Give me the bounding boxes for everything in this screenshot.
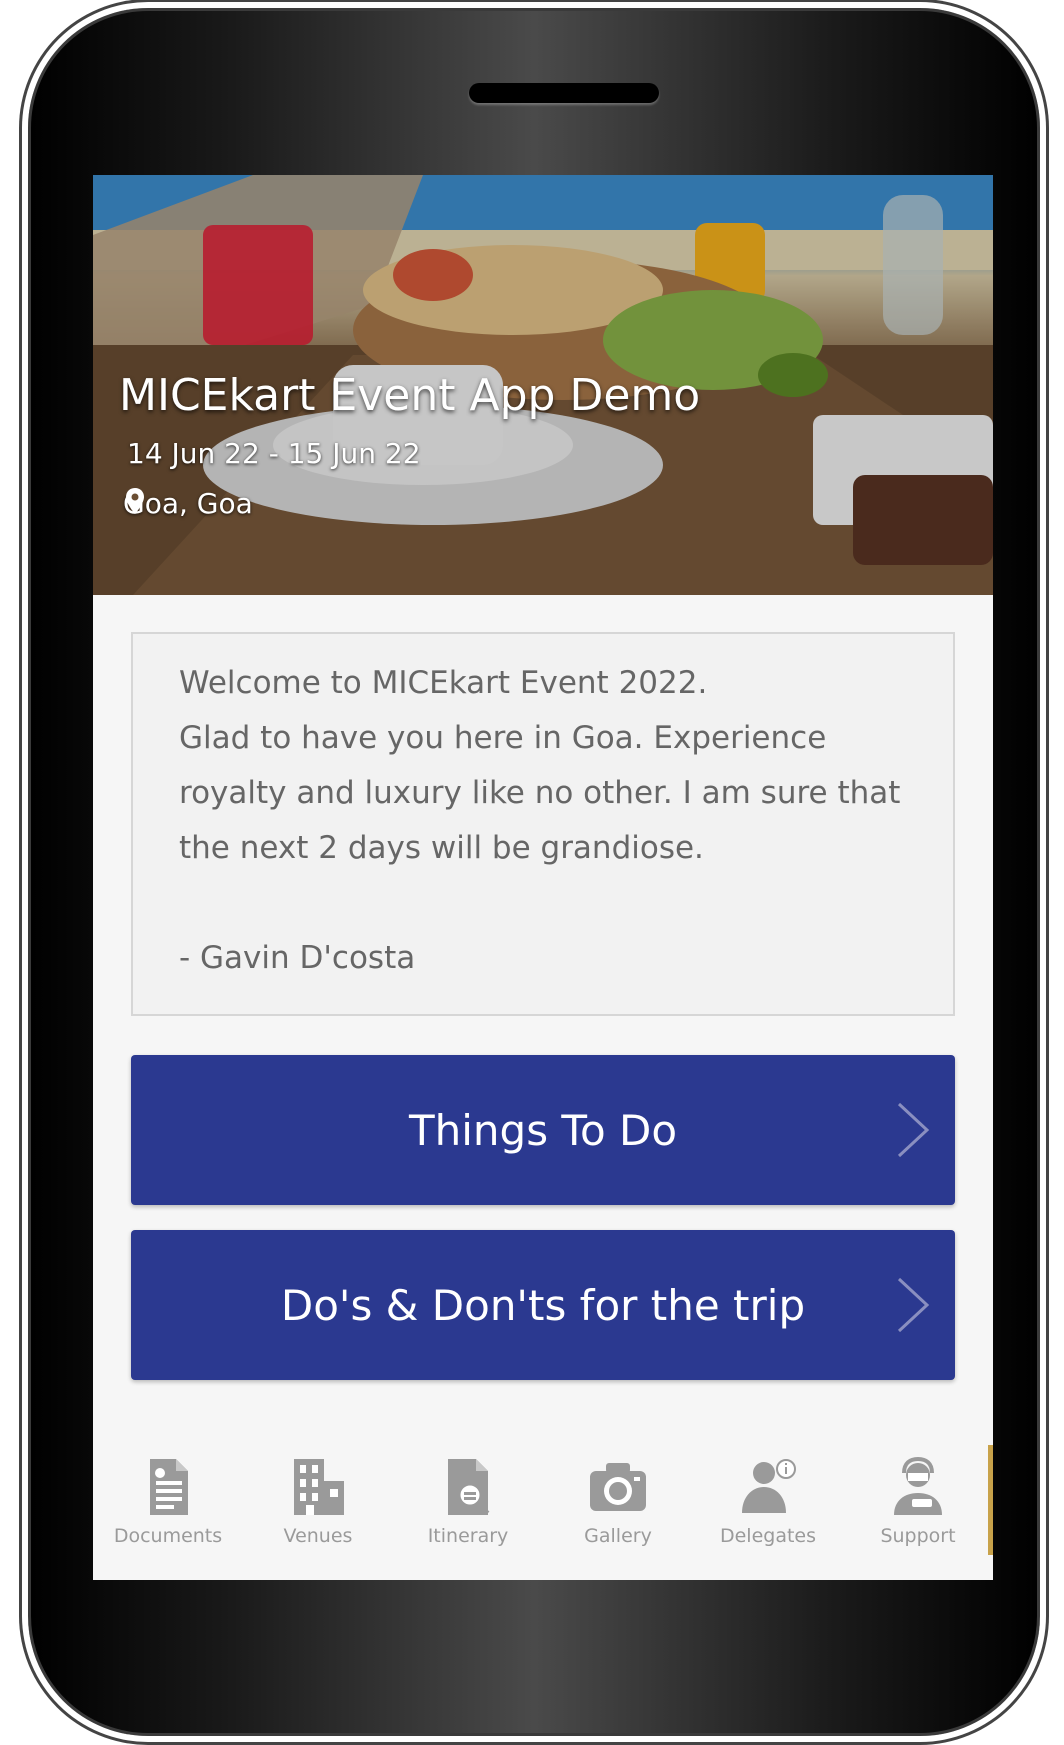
welcome-body: Glad to have you here in Goa. Experience… bbox=[179, 720, 901, 866]
location-pin-icon bbox=[126, 488, 144, 514]
nav-support[interactable]: Support bbox=[843, 1455, 993, 1565]
delegates-icon bbox=[742, 1459, 796, 1513]
building-icon bbox=[294, 1459, 344, 1515]
things-to-do-button[interactable]: Things To Do bbox=[131, 1055, 955, 1205]
nav-venues-label: Venues bbox=[283, 1525, 353, 1547]
nav-documents[interactable]: Documents bbox=[93, 1455, 243, 1565]
document-icon bbox=[150, 1459, 188, 1515]
dos-donts-label: Do's & Don'ts for the trip bbox=[280, 1280, 806, 1330]
chevron-right-icon bbox=[897, 1102, 930, 1158]
nav-delegates-label: Delegates bbox=[719, 1525, 817, 1547]
nav-gallery-label: Gallery bbox=[584, 1525, 652, 1547]
nav-support-label: Support bbox=[880, 1525, 956, 1547]
welcome-signature: - Gavin D'costa bbox=[179, 940, 416, 976]
nav-itinerary-label: Itinerary bbox=[427, 1525, 509, 1547]
event-title: MICEkart Event App Demo bbox=[119, 370, 701, 421]
event-hero-banner: MICEkart Event App Demo 14 Jun 22 - 15 J… bbox=[93, 175, 993, 595]
support-agent-icon bbox=[894, 1456, 942, 1515]
event-location: Goa, Goa bbox=[123, 487, 253, 520]
nav-gallery[interactable]: Gallery bbox=[543, 1455, 693, 1565]
chevron-right-icon bbox=[897, 1277, 930, 1333]
bottom-navigation: Documents Venues Itinerary Gallery Deleg… bbox=[93, 1455, 993, 1565]
nav-delegates[interactable]: Delegates bbox=[693, 1455, 843, 1565]
nav-documents-label: Documents bbox=[113, 1525, 223, 1547]
nav-scroll-indicator bbox=[988, 1445, 993, 1555]
event-dates: 14 Jun 22 - 15 Jun 22 bbox=[127, 437, 421, 470]
dos-donts-button[interactable]: Do's & Don'ts for the trip bbox=[131, 1230, 955, 1380]
phone-speaker bbox=[469, 83, 659, 103]
things-to-do-label: Things To Do bbox=[408, 1105, 678, 1155]
camera-icon bbox=[590, 1463, 646, 1511]
itinerary-search-icon bbox=[448, 1459, 490, 1515]
welcome-message-box: Welcome to MICEkart Event 2022. Glad to … bbox=[131, 632, 955, 1016]
nav-itinerary[interactable]: Itinerary bbox=[393, 1455, 543, 1565]
welcome-heading: Welcome to MICEkart Event 2022. bbox=[179, 665, 708, 701]
app-screen: MICEkart Event App Demo 14 Jun 22 - 15 J… bbox=[93, 175, 993, 1580]
nav-venues[interactable]: Venues bbox=[243, 1455, 393, 1565]
